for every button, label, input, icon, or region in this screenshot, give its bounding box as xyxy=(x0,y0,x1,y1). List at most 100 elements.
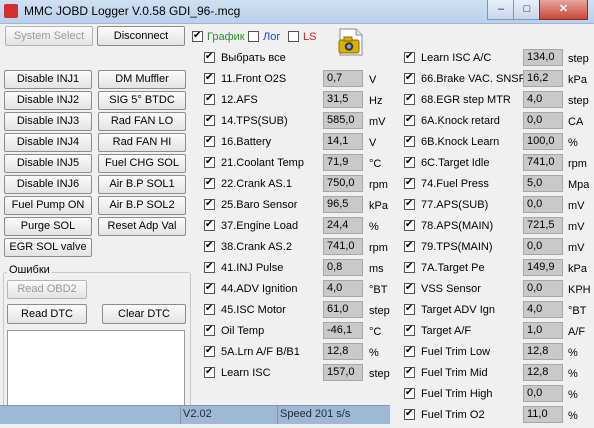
parameter-label: 11.Front O2S xyxy=(221,73,287,85)
parameter-value: 12,8 xyxy=(523,343,563,360)
parameter-checkbox[interactable] xyxy=(404,302,415,316)
parameter-checkbox[interactable] xyxy=(204,92,215,106)
parameter-checkbox[interactable] xyxy=(404,71,415,85)
parameter-checkbox[interactable] xyxy=(404,260,415,274)
system-select-button[interactable]: System Select xyxy=(5,26,93,46)
parameter-checkbox[interactable] xyxy=(404,239,415,253)
parameter-checkbox[interactable] xyxy=(204,260,215,274)
parameter-unit: kPa xyxy=(568,74,587,86)
minimize-button[interactable]: – xyxy=(487,0,515,20)
parameter-checkbox[interactable] xyxy=(404,344,415,358)
parameter-unit: mV xyxy=(568,221,585,233)
parameter-checkbox[interactable] xyxy=(404,176,415,190)
parameter-unit: °C xyxy=(369,158,382,170)
ls-checkbox[interactable] xyxy=(288,31,299,42)
dm-muffler-button[interactable]: DM Muffler xyxy=(98,70,186,89)
parameter-checkbox[interactable] xyxy=(204,134,215,148)
parameter-checkbox[interactable] xyxy=(204,323,215,337)
parameter-checkbox[interactable] xyxy=(204,302,215,316)
parameter-value: 149,9 xyxy=(523,259,563,276)
parameter-checkbox[interactable] xyxy=(404,407,415,421)
fuel-chg-sol-button[interactable]: Fuel CHG SOL xyxy=(98,154,186,173)
parameter-checkbox[interactable] xyxy=(204,344,215,358)
parameter-checkbox[interactable] xyxy=(404,155,415,169)
parameter-checkbox[interactable] xyxy=(404,197,415,211)
parameter-label: Fuel Trim Low xyxy=(421,346,491,358)
parameter-checkbox[interactable] xyxy=(404,365,415,379)
parameter-checkbox[interactable] xyxy=(204,218,215,232)
parameter-checkbox[interactable] xyxy=(404,323,415,337)
parameter-value: 134,0 xyxy=(523,49,563,66)
parameter-checkbox[interactable] xyxy=(204,176,215,190)
parameter-label: 66.Brake VAC. SNSR xyxy=(421,73,527,85)
disconnect-button[interactable]: Disconnect xyxy=(97,26,185,46)
parameter-unit: step xyxy=(568,95,589,107)
fuel-pump-on-button[interactable]: Fuel Pump ON xyxy=(4,196,92,215)
parameter-label: 22.Crank AS.1 xyxy=(221,178,292,190)
disable-inj5-button[interactable]: Disable INJ5 xyxy=(4,154,92,173)
parameter-label: VSS Sensor xyxy=(421,283,481,295)
parameter-unit: °C xyxy=(369,326,382,338)
clear-dtc-button[interactable]: Clear DTC xyxy=(102,304,186,324)
read-obd2-button[interactable]: Read OBD2 xyxy=(7,280,87,299)
parameter-checkbox[interactable] xyxy=(204,239,215,253)
parameter-unit: kPa xyxy=(568,263,587,275)
graph-label: График xyxy=(207,31,245,43)
status-divider xyxy=(180,406,181,424)
parameter-unit: Mpa xyxy=(568,179,590,191)
disable-inj4-button[interactable]: Disable INJ4 xyxy=(4,133,92,152)
parameter-checkbox[interactable] xyxy=(204,197,215,211)
disable-inj1-button[interactable]: Disable INJ1 xyxy=(4,70,92,89)
parameter-checkbox[interactable] xyxy=(204,71,215,85)
maximize-button[interactable]: □ xyxy=(513,0,541,20)
disable-inj6-button[interactable]: Disable INJ6 xyxy=(4,175,92,194)
read-dtc-button[interactable]: Read DTC xyxy=(7,304,87,324)
parameter-unit: step xyxy=(369,305,390,317)
parameter-checkbox[interactable] xyxy=(404,134,415,148)
parameter-value: 71,9 xyxy=(323,154,363,171)
parameter-unit: °BT xyxy=(369,284,388,296)
parameter-value: 12,8 xyxy=(323,343,363,360)
camera-icon[interactable] xyxy=(336,27,366,57)
air-bp-sol2-button[interactable]: Air B.P SOL2 xyxy=(98,196,186,215)
parameter-value: 4,0 xyxy=(523,91,563,108)
parameter-checkbox[interactable] xyxy=(204,365,215,379)
parameter-checkbox[interactable] xyxy=(404,218,415,232)
disable-inj2-button[interactable]: Disable INJ2 xyxy=(4,91,92,110)
parameter-value: 0,0 xyxy=(523,196,563,213)
parameter-unit: % xyxy=(568,368,578,380)
parameter-unit: CA xyxy=(568,116,584,128)
status-speed: Speed 201 s/s xyxy=(280,408,351,420)
purge-sol-button[interactable]: Purge SOL xyxy=(4,217,92,236)
parameter-checkbox[interactable] xyxy=(404,386,415,400)
dtc-output-box[interactable] xyxy=(7,330,185,410)
parameter-unit: step xyxy=(568,53,589,65)
parameter-checkbox[interactable] xyxy=(404,92,415,106)
reset-adp-val-button[interactable]: Reset Adp Val xyxy=(98,217,186,236)
egr-sol-valve-button[interactable]: EGR SOL valve xyxy=(4,238,92,257)
air-bp-sol1-button[interactable]: Air B.P SOL1 xyxy=(98,175,186,194)
sig-5-btdc-button[interactable]: SIG 5° BTDC xyxy=(98,91,186,110)
disable-inj3-button[interactable]: Disable INJ3 xyxy=(4,112,92,131)
parameter-unit: % xyxy=(568,137,578,149)
parameter-checkbox[interactable] xyxy=(204,113,215,127)
close-button[interactable]: ✕ xyxy=(539,0,588,20)
parameter-checkbox[interactable] xyxy=(204,281,215,295)
parameter-unit: rpm xyxy=(369,242,388,254)
parameter-value: 12,8 xyxy=(523,364,563,381)
parameter-checkbox[interactable] xyxy=(404,50,415,64)
select-all-checkbox[interactable] xyxy=(204,50,215,64)
parameter-unit: mV xyxy=(369,116,386,128)
parameter-value: 96,5 xyxy=(323,196,363,213)
parameter-checkbox[interactable] xyxy=(404,113,415,127)
rad-fan-lo-button[interactable]: Rad FAN LO xyxy=(98,112,186,131)
parameter-unit: A/F xyxy=(568,326,586,338)
parameter-label: 79.TPS(MAIN) xyxy=(421,241,493,253)
parameter-checkbox[interactable] xyxy=(404,281,415,295)
parameter-checkbox[interactable] xyxy=(204,155,215,169)
graph-checkbox[interactable] xyxy=(192,29,203,43)
parameter-unit: V xyxy=(369,74,377,86)
log-checkbox[interactable] xyxy=(248,31,259,42)
parameter-label: 6A.Knock retard xyxy=(421,115,500,127)
rad-fan-hi-button[interactable]: Rad FAN HI xyxy=(98,133,186,152)
